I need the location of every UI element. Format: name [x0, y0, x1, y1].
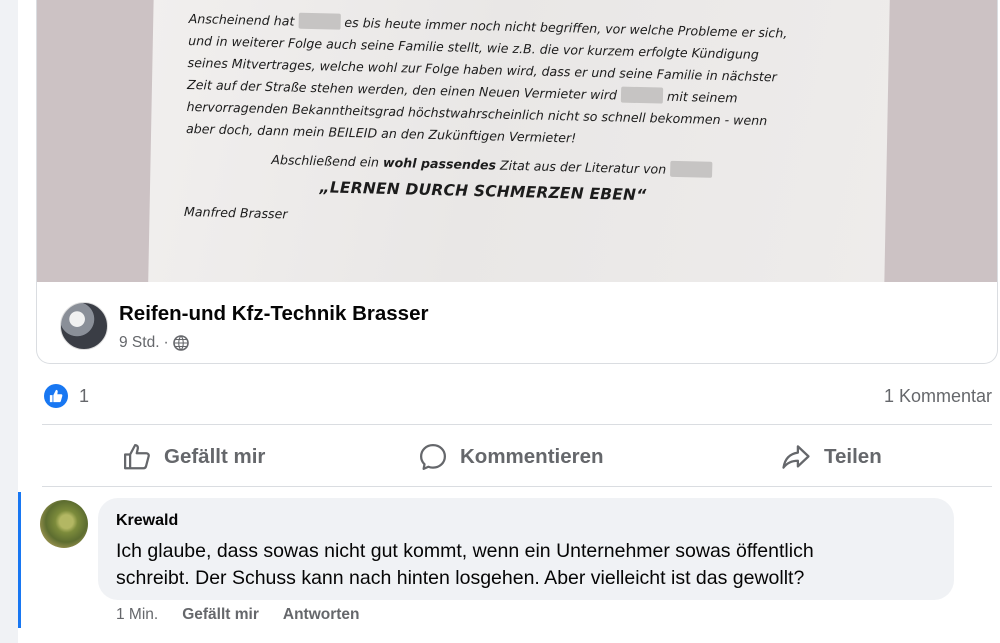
comment-author[interactable]: Krewald	[116, 512, 178, 530]
highlight-line	[18, 492, 21, 628]
comment-time[interactable]: 1 Min.	[116, 606, 158, 624]
comment-reply-link[interactable]: Antworten	[283, 606, 360, 624]
comment-button-label: Kommentieren	[460, 445, 604, 468]
globe-icon[interactable]	[172, 335, 189, 351]
share-button[interactable]: Teilen	[780, 430, 882, 484]
avatar[interactable]	[40, 500, 88, 548]
redaction-blur	[620, 86, 664, 104]
redaction-blur	[670, 160, 713, 178]
redaction-blur	[298, 12, 341, 30]
thumbs-up-outline-icon	[124, 444, 150, 470]
thumbs-up-icon[interactable]	[44, 384, 68, 408]
like-button[interactable]: Gefällt mir	[122, 430, 265, 484]
comment-meta: 1 Min. Gefällt mir Antworten	[116, 606, 384, 624]
page-name-link[interactable]: Reifen-und Kfz-Technik Brasser	[119, 302, 428, 326]
comment-button[interactable]: Kommentieren	[418, 430, 604, 484]
divider	[42, 424, 992, 425]
post-photo[interactable]: Anscheinend hat es bis heute immer noch …	[37, 0, 997, 282]
comment-like-link[interactable]: Gefällt mir	[182, 606, 259, 624]
shared-post-header: Reifen-und Kfz-Technik Brasser 9 Std. ·	[37, 282, 997, 363]
divider	[42, 486, 992, 487]
page-avatar[interactable]	[60, 302, 108, 350]
post-actions: Gefällt mir Kommentieren Teilen	[42, 430, 992, 484]
post-meta: 9 Std. ·	[119, 334, 189, 352]
like-count[interactable]: 1	[79, 386, 89, 407]
comment-thread: Krewald Ich glaube, dass sowas nicht gut…	[18, 492, 1000, 643]
comment-bubble: Krewald Ich glaube, dass sowas nicht gut…	[98, 498, 954, 600]
comment-count[interactable]: 1 Kommentar	[884, 386, 992, 407]
share-button-label: Teilen	[824, 445, 882, 468]
comment-text: Ich glaube, dass sowas nicht gut kommt, …	[116, 538, 936, 592]
shared-post-card[interactable]: Anscheinend hat es bis heute immer noch …	[36, 0, 998, 364]
meta-separator: ·	[163, 334, 169, 351]
share-icon	[782, 445, 810, 469]
letter-text: Anscheinend hat es bis heute immer noch …	[184, 8, 879, 240]
like-button-label: Gefällt mir	[164, 445, 266, 468]
comment-text-line: Ich glaube, dass sowas nicht gut kommt, …	[116, 540, 814, 562]
reactions-bar: 1 1 Kommentar	[42, 380, 994, 412]
left-feed-gutter	[0, 0, 18, 643]
post-time[interactable]: 9 Std.	[119, 334, 160, 352]
comment-text-line: schreibt. Der Schuss kann nach hinten lo…	[116, 567, 805, 589]
comment-icon	[420, 444, 446, 470]
